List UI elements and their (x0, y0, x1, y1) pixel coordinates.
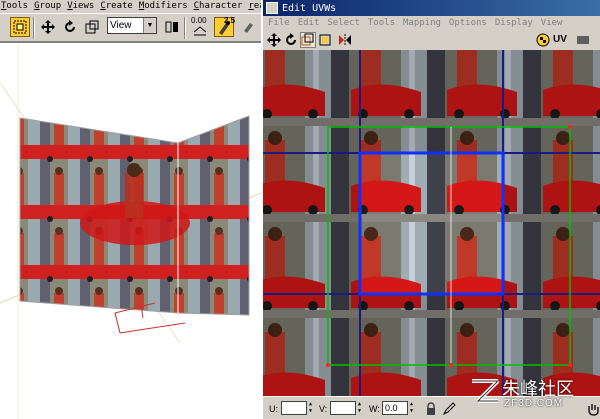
u-label: U: (269, 404, 278, 414)
lock-icon (427, 402, 435, 415)
menu-mapping[interactable]: Mapping (403, 16, 441, 30)
w-field[interactable]: 0.0 (382, 401, 408, 415)
menu-group[interactable]: Group (34, 0, 61, 13)
menu-file[interactable]: File (268, 16, 290, 30)
site-watermark: 朱峰社区 ZF3D.COM (460, 373, 600, 419)
spinner-snap-button[interactable] (190, 24, 210, 38)
uv-0-1-region (360, 153, 503, 294)
checker-map-button[interactable] (535, 32, 551, 48)
rotate-button[interactable] (60, 17, 80, 37)
uv-freeform-button[interactable] (317, 32, 333, 48)
magnet-tool-icon (244, 23, 253, 33)
app-icon (266, 2, 278, 14)
menu-edit[interactable]: Edit (298, 16, 320, 30)
v-spinner[interactable]: ▲ ▼ (356, 401, 363, 415)
window-title: Edit UVWs (282, 2, 337, 14)
uv-options-button[interactable] (575, 32, 591, 48)
uv-texture-grid (263, 50, 600, 396)
select-region-icon (13, 20, 27, 34)
move-button[interactable] (38, 17, 58, 37)
scale-button[interactable] (82, 17, 102, 37)
watermark-domain-text: ZF3D.COM (504, 398, 564, 409)
max-main-window: Tools Group Views Create Modifiers Chara… (0, 0, 261, 419)
right-wall-plane (177, 115, 250, 316)
uv-mirror-button[interactable] (337, 32, 353, 48)
uv-rotate-button[interactable] (283, 32, 299, 48)
v-label: V: (319, 404, 328, 414)
menu-view[interactable]: View (541, 16, 563, 30)
edit-uvws-window: Edit UVWs File Edit Select Tools Mapping… (261, 0, 600, 419)
menu-tools[interactable]: Tools (368, 16, 395, 30)
menu-character[interactable]: Character (194, 0, 243, 13)
u-spinner[interactable]: ▲ ▼ (307, 401, 314, 415)
menu-views[interactable]: Views (67, 0, 94, 13)
u-field[interactable] (281, 401, 307, 415)
max-menubar: Tools Group Views Create Modifiers Chara… (0, 0, 261, 13)
menu-display[interactable]: Display (495, 16, 533, 30)
move-arrows-icon (41, 20, 55, 34)
uvw-menubar: File Edit Select Tools Mapping Options D… (263, 16, 600, 30)
uvw-toolbar: UV (263, 30, 600, 50)
rotate-icon (286, 33, 296, 45)
menu-modifiers[interactable]: Modifiers (139, 0, 188, 13)
viewport-scene (0, 43, 261, 419)
menu-tools[interactable]: Tools (1, 0, 28, 13)
uv-editor-canvas[interactable] (263, 50, 600, 396)
mirror-button[interactable] (240, 17, 260, 37)
pivot-center-icon (165, 21, 178, 33)
pivot-center-button[interactable] (162, 17, 182, 37)
uv-mode-label[interactable]: UV (553, 34, 567, 45)
menu-reactor[interactable]: reactor (248, 0, 261, 13)
w-spinner[interactable]: ▲ ▼ (408, 401, 415, 415)
perspective-viewport[interactable] (0, 42, 261, 419)
scale-icon (301, 33, 314, 46)
scale-icon (85, 20, 99, 34)
mirror-icon (339, 34, 351, 46)
reference-coordinate-select[interactable]: View ▼ (107, 17, 157, 34)
uv-move-button[interactable] (266, 32, 282, 48)
options-icon (577, 36, 589, 44)
pencil-icon (442, 402, 456, 416)
uv-scale-button[interactable] (300, 32, 316, 48)
lock-selection-button[interactable] (423, 401, 439, 417)
max-main-toolbar: View ▼ 0.00 2.5 (0, 13, 261, 42)
window-titlebar[interactable]: Edit UVWs (263, 0, 600, 16)
v-field[interactable] (330, 401, 356, 415)
menu-select[interactable]: Select (327, 16, 360, 30)
view-select-value: View (110, 20, 132, 31)
freeform-icon (319, 34, 331, 46)
z-logo-icon (472, 379, 500, 403)
rotate-icon (65, 20, 75, 32)
move-arrows-icon (267, 33, 281, 47)
chevron-down-icon[interactable]: ▼ (143, 18, 156, 33)
w-label: W: (369, 404, 380, 414)
select-object-button[interactable] (10, 17, 30, 37)
paint-select-button[interactable] (441, 401, 457, 417)
menu-options[interactable]: Options (449, 16, 487, 30)
spinner-icon (193, 26, 207, 36)
checker-icon (536, 33, 550, 47)
menu-create[interactable]: Create (100, 0, 133, 13)
snap-value: 2.5 (224, 16, 236, 25)
